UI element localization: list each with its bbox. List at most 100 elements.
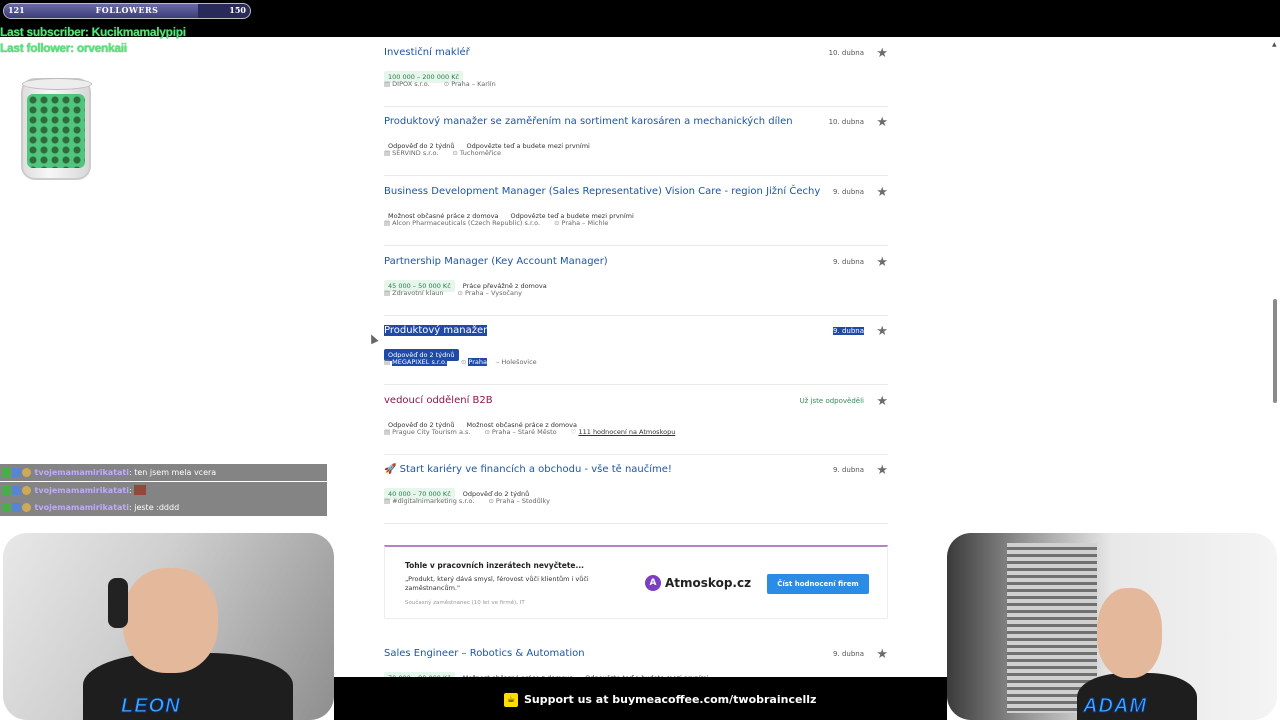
job-title-link[interactable]: Produktový manažer se zaměřením na sorti… — [384, 116, 793, 127]
read-company-reviews-button[interactable]: Číst hodnocení firem — [767, 574, 869, 594]
building-icon: ▤ — [384, 289, 391, 297]
save-star-icon[interactable]: ★ — [876, 256, 888, 269]
company[interactable]: ▤ Alcon Pharmaceuticals (Czech Republic) … — [384, 219, 547, 227]
save-star-icon[interactable]: ★ — [876, 464, 888, 477]
job-title-link[interactable]: Partnership Manager (Key Account Manager… — [384, 256, 608, 267]
location: ⊙ Praha – Staré Město — [484, 428, 563, 436]
location-pin-icon: ⊙ — [488, 497, 494, 505]
job-meta: ▤ Alcon Pharmaceuticals (Czech Republic) … — [384, 219, 622, 227]
job-tags: 70 000 – 90 000 KčMožnost občasné práce … — [384, 665, 717, 684]
save-star-icon[interactable]: ★ — [876, 325, 888, 338]
scroll-up-arrow-icon[interactable]: ▲ — [1272, 41, 1277, 48]
company-name[interactable]: Zdravotní klaun — [392, 289, 443, 297]
stream-screen: 121 FOLLOWERS 150 Last subscriber: Kucik… — [0, 0, 1280, 720]
company-name[interactable]: Prague City Tourism a.s. — [392, 428, 470, 436]
webcam-adam: ADAM — [947, 533, 1277, 720]
job-title-link[interactable]: 🚀 Start kariéry ve financích a obchodu -… — [384, 464, 672, 475]
location-pin-icon: ⊙ — [452, 149, 458, 157]
tip-jar-graphic — [21, 78, 92, 180]
emote-icon — [134, 485, 147, 495]
company-name[interactable]: DIPOX s.r.o. — [392, 80, 430, 88]
job-title-link[interactable]: Sales Engineer – Robotics & Automation — [384, 648, 585, 659]
support-text: ☕ Support us at buymeacoffee.com/twobrain… — [504, 693, 816, 707]
location-text: Praha – Vysočany — [465, 289, 522, 297]
company[interactable]: ▤ SERVIND s.r.o. — [384, 149, 445, 157]
job-tags: Odpověď do 2 týdnů Odpovězte teď a budete… — [384, 133, 598, 150]
save-star-icon[interactable]: ★ — [876, 648, 888, 661]
webcam-leon: LEON — [3, 533, 334, 720]
location: ⊙ Tuchoměřice — [452, 149, 508, 157]
job-date: 10. dubna — [828, 49, 864, 57]
job-date: 9. dubna — [833, 258, 864, 266]
mouse-cursor-icon — [367, 332, 379, 345]
chat-username: tvojemamamirikatati — [34, 485, 129, 495]
location-text: Praha – Karlín — [451, 80, 496, 88]
save-star-icon[interactable]: ★ — [876, 47, 888, 60]
job-listing[interactable]: Business Development Manager (Sales Repr… — [384, 186, 888, 246]
company[interactable]: ▤ Zdravotní klaun — [384, 289, 451, 297]
job-listing[interactable]: Partnership Manager (Key Account Manager… — [384, 256, 888, 316]
company-name[interactable]: MEGAPIXEL s.r.o. — [392, 358, 447, 366]
job-title-link[interactable]: Business Development Manager (Sales Repr… — [384, 186, 820, 197]
company[interactable]: ▤ Prague City Tourism a.s. — [384, 428, 477, 436]
company[interactable]: ▤ #digitalnimarketing s.r.o. — [384, 497, 481, 505]
job-tags: Možnost občasné práce z domova Odpovězte … — [384, 203, 642, 220]
scrollbar-thumb[interactable] — [1273, 299, 1277, 403]
support-link-text[interactable]: Support us at buymeacoffee.com/twobrainc… — [524, 693, 816, 706]
ad-source: Současný zaměstnanec (10 let ve firmě), … — [405, 600, 525, 606]
job-title-link[interactable]: Investiční makléř — [384, 47, 470, 58]
location-pin-icon: ⊙ — [460, 358, 467, 366]
heart-icon: ♡ — [570, 428, 577, 436]
job-tags: 45 000 – 50 000 Kč Práce převážně z domov… — [384, 273, 555, 292]
jar-rim — [22, 78, 92, 90]
company-rating[interactable]: ♡ 111 hodnocení na Atmoskopu — [571, 428, 683, 436]
atmoskop-logo-text: Atmoskop.cz — [665, 576, 752, 590]
location-pin-icon: ⊙ — [443, 80, 450, 88]
job-listing[interactable]: Produktový manažer 9. dubna ★ Odpověď do 2 … — [384, 325, 888, 385]
building-icon: ▤ — [384, 149, 391, 157]
job-meta: ▤ #digitalnimarketing s.r.o. ⊙ Praha – Stod… — [384, 497, 564, 505]
cam-name-leon: LEON — [121, 695, 181, 718]
company[interactable]: ▤ DIPOX s.r.o. — [384, 80, 437, 88]
followers-goal-label: FOLLOWERS — [95, 5, 159, 15]
atmoskop-ad: Tohle v pracovních inzerátech nevyčtete.… — [384, 545, 888, 619]
job-listing[interactable]: vedoucí oddělení B2B Už jste odpověděli ★ O… — [384, 395, 888, 455]
rating-link[interactable]: 111 hodnocení na Atmoskopu — [578, 428, 675, 436]
company-name[interactable]: #digitalnimarketing s.r.o. — [392, 497, 474, 505]
save-star-icon[interactable]: ★ — [876, 186, 888, 199]
atmoskop-logo[interactable]: A Atmoskop.cz — [645, 575, 751, 591]
badge-icon — [22, 503, 31, 512]
bottom-bar: ☕ Support us at buymeacoffee.com/twobrain… — [334, 677, 947, 720]
badge-icon — [22, 468, 31, 477]
company[interactable]: ▤ MEGAPIXEL s.r.o. — [384, 358, 454, 366]
ad-title: Tohle v pracovních inzerátech nevyčtete.… — [405, 561, 585, 570]
last-subscriber-text: Last subscriber: Kucikmamalypipi — [0, 25, 186, 39]
badge-icon — [12, 468, 21, 477]
job-listing[interactable]: Investiční makléř 10. dubna ★ 100 000 – 200… — [384, 47, 888, 107]
chat-username: tvojemamamirikatati — [34, 468, 129, 477]
company-name[interactable]: Alcon Pharmaceuticals (Czech Republic) s… — [392, 219, 540, 227]
job-listing[interactable]: Produktový manažer se zaměřením na sorti… — [384, 116, 888, 176]
job-date: 10. dubna — [828, 118, 864, 126]
atmoskop-logo-icon: A — [645, 575, 661, 591]
company-name[interactable]: SERVIND s.r.o. — [392, 149, 438, 157]
person-head — [123, 568, 218, 673]
location-text: Praha – Michle — [561, 219, 609, 227]
job-date: 9. dubna — [833, 466, 864, 474]
job-date: 9. dubna — [833, 650, 864, 658]
save-star-icon[interactable]: ★ — [876, 116, 888, 129]
job-listing[interactable]: 🚀 Start kariéry ve financích a obchodu -… — [384, 464, 888, 524]
save-star-icon[interactable]: ★ — [876, 395, 888, 408]
badge-icon — [2, 485, 11, 495]
chat-text: : — [129, 485, 132, 495]
job-title-link[interactable]: vedoucí oddělení B2B — [384, 395, 493, 406]
chat-username: tvojemamamirikatati — [34, 503, 129, 512]
cam-name-adam: ADAM — [1083, 695, 1147, 718]
job-title-link[interactable]: Produktový manažer — [384, 325, 488, 336]
coffee-cup-icon: ☕ — [504, 693, 518, 707]
job-tags: Odpověď do 2 týdnů Možnost občasné práce … — [384, 412, 585, 429]
job-listing[interactable]: Sales Engineer – Robotics & Automation 9.… — [384, 648, 888, 684]
job-date: 9. dubna — [833, 327, 864, 335]
chat-message: tvojemamamirikatati: — [0, 481, 327, 499]
job-meta: ▤ Zdravotní klaun ⊙ Praha – Vysočany — [384, 289, 536, 297]
